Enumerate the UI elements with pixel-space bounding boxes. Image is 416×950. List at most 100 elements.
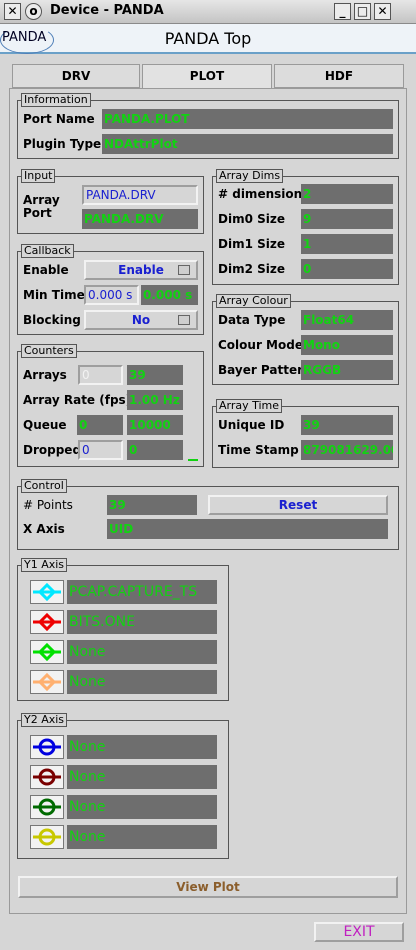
dim1-value: 1 (301, 234, 393, 254)
callback-title: Callback (21, 244, 74, 258)
dim2-label: Dim2 Size (218, 262, 285, 276)
array-rate-label: Array Rate (fps) (23, 393, 132, 407)
min-time-label: Min Time (23, 288, 85, 302)
y1-axis-color-button-1[interactable] (30, 580, 64, 604)
min-time-input[interactable]: 0.000 s (84, 285, 139, 305)
enable-menu-value: Enable (118, 263, 164, 277)
y1-axis-color-button-4[interactable] (30, 670, 64, 694)
y2-axis-signal-2[interactable]: None (67, 765, 217, 789)
dropped-value: 0 (127, 440, 183, 460)
plugin-type-value: NDAttrPlot (102, 134, 393, 154)
array-dims-title: Array Dims (216, 169, 284, 183)
close-button[interactable]: ✕ (374, 3, 391, 20)
ndims-label: # dimensions (218, 187, 310, 201)
panda-header: PANDA PANDA Top (0, 24, 416, 54)
port-name-value: PANDA.PLOT (102, 109, 393, 129)
y2-axis-color-button-2[interactable] (30, 765, 64, 789)
bayer-pattern-value: RGGB (301, 360, 393, 380)
counters-title: Counters (21, 344, 77, 358)
queue-used-value: 0 (77, 415, 123, 435)
blue-circle-line-icon (33, 738, 61, 756)
time-stamp-label: Time Stamp (218, 443, 299, 457)
dim2-value: 0 (301, 259, 393, 279)
page-title: PANDA Top (164, 29, 252, 48)
arrays-counter-value: 39 (127, 365, 183, 385)
y1-axis-signal-2[interactable]: BITS.ONE (67, 610, 217, 634)
plugin-type-label: Plugin Type (23, 137, 102, 151)
queue-label: Queue (23, 418, 67, 432)
array-port-label-1: Array (23, 193, 60, 207)
view-plot-button[interactable]: View Plot (18, 876, 398, 898)
input-title: Input (21, 169, 56, 183)
colour-mode-value: Mono (301, 335, 393, 355)
menu-indicator-icon (178, 265, 190, 275)
status-indicator (188, 459, 198, 461)
y2-axis-color-button-3[interactable] (30, 795, 64, 819)
dim0-value: 9 (301, 209, 393, 229)
y2-axis-signal-1[interactable]: None (67, 735, 217, 759)
blocking-label: Blocking (23, 313, 81, 327)
olive-circle-line-icon (33, 828, 61, 846)
array-port-input[interactable]: PANDA.DRV (82, 185, 198, 205)
points-label: # Points (23, 498, 73, 512)
x-axis-label: X Axis (23, 522, 65, 536)
port-name-label: Port Name (23, 112, 95, 126)
reset-button[interactable]: Reset (208, 495, 388, 515)
points-value: 39 (107, 495, 197, 515)
enable-label: Enable (23, 263, 69, 277)
dropped-input[interactable]: 0 (78, 440, 123, 460)
array-rate-value: 1.00 Hz (127, 390, 183, 410)
dim1-label: Dim1 Size (218, 237, 285, 251)
unique-id-value: 39 (301, 415, 393, 435)
window-menu-icon[interactable]: ✕ (4, 3, 21, 20)
red-diamond-line-icon (33, 613, 61, 632)
control-title: Control (21, 479, 67, 493)
array-port-label-2: Port (23, 206, 52, 220)
menu-indicator-icon (178, 315, 190, 325)
array-time-title: Array Time (216, 399, 283, 413)
dropped-label: Dropped (23, 443, 82, 457)
arrays-label: Arrays (23, 368, 67, 382)
unique-id-label: Unique ID (218, 418, 285, 432)
arrays-counter-input[interactable]: 0 (78, 365, 123, 385)
y1-axis-color-button-3[interactable] (30, 640, 64, 664)
y2-axis-signal-3[interactable]: None (67, 795, 217, 819)
y2-axis-title: Y2 Axis (21, 713, 68, 727)
colour-mode-label: Colour Mode (218, 338, 303, 352)
blocking-menu-value: No (131, 313, 151, 327)
tab-drv[interactable]: DRV (12, 64, 140, 88)
time-stamp-value: 879081629.000 (301, 440, 393, 460)
enable-menu[interactable]: Enable (84, 260, 198, 280)
maximize-button[interactable]: □ (354, 3, 371, 20)
array-colour-title: Array Colour (216, 294, 291, 308)
orange-diamond-line-icon (33, 673, 61, 692)
y1-axis-color-button-2[interactable] (30, 610, 64, 634)
tab-hdf[interactable]: HDF (274, 64, 404, 88)
exit-button[interactable]: EXIT (314, 922, 404, 942)
window-title: Device - PANDA (50, 3, 164, 18)
blocking-menu[interactable]: No (84, 310, 198, 330)
darkgreen-circle-line-icon (33, 798, 61, 816)
bayer-pattern-label: Bayer Pattern (218, 363, 312, 377)
tab-plot[interactable]: PLOT (142, 64, 272, 89)
data-type-value: Float64 (301, 310, 393, 330)
y1-axis-signal-3[interactable]: None (67, 640, 217, 664)
ndims-value: 2 (301, 184, 393, 204)
y1-axis-signal-1[interactable]: PCAP.CAPTURE_TS (67, 580, 217, 604)
information-title: Information (21, 93, 91, 107)
y2-axis-color-button-4[interactable] (30, 825, 64, 849)
sticky-icon[interactable]: o (25, 3, 42, 20)
dim0-label: Dim0 Size (218, 212, 285, 226)
x-axis-value[interactable]: UID (107, 519, 388, 539)
queue-size-value: 10000 (127, 415, 183, 435)
y2-axis-color-button-1[interactable] (30, 735, 64, 759)
darkred-circle-line-icon (33, 768, 61, 786)
minimize-button[interactable]: _ (334, 3, 351, 20)
window-title-bar: ✕ o Device - PANDA _ □ ✕ (0, 0, 416, 24)
y1-axis-title: Y1 Axis (21, 558, 68, 572)
min-time-readback: 0.000 s (141, 285, 198, 305)
y1-axis-signal-4[interactable]: None (67, 670, 217, 694)
y2-axis-signal-4[interactable]: None (67, 825, 217, 849)
green-diamond-line-icon (33, 643, 61, 662)
cyan-diamond-line-icon (33, 583, 61, 602)
